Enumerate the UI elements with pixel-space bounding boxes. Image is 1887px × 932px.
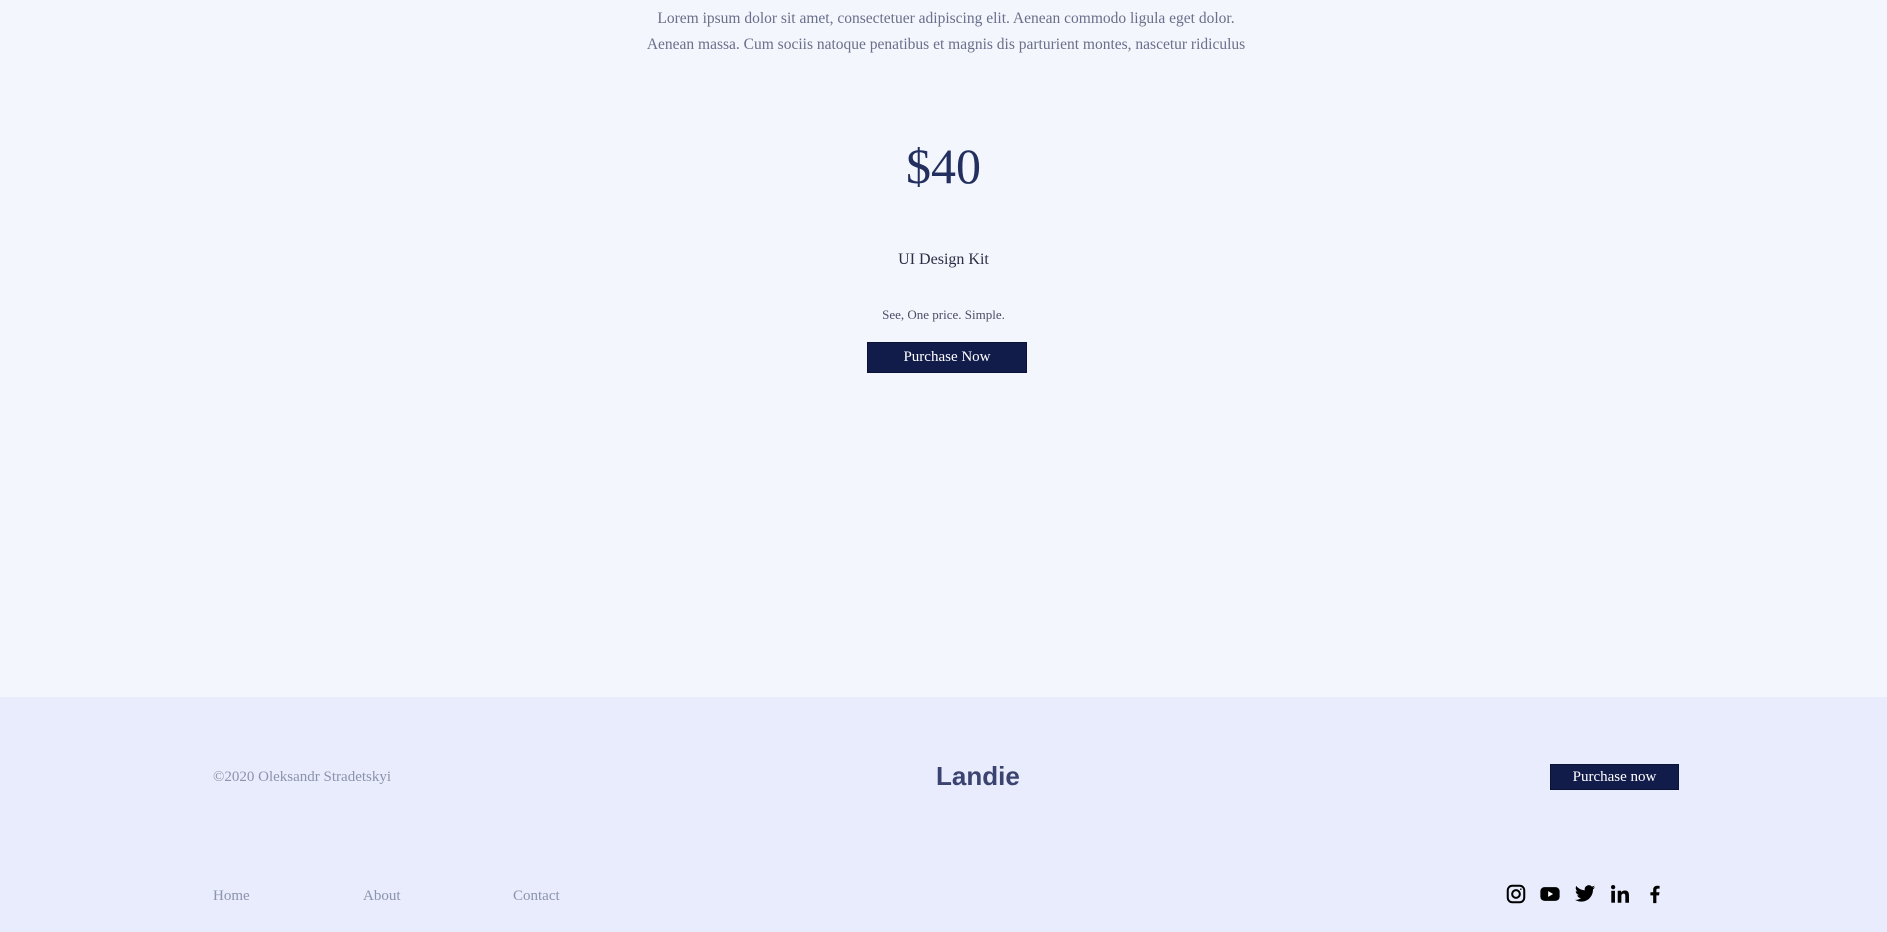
- price: $40: [906, 138, 981, 194]
- pricing-description: Lorem ipsum dolor sit amet, consectetuer…: [646, 10, 1246, 53]
- footer-nav-about[interactable]: About: [363, 886, 401, 906]
- pricing-section: Lorem ipsum dolor sit amet, consectetuer…: [0, 0, 1887, 697]
- pricing-tagline: See, One price. Simple.: [882, 307, 1005, 322]
- twitter-icon[interactable]: [1574, 883, 1596, 905]
- youtube-icon[interactable]: [1539, 883, 1561, 905]
- copyright-text: ©2020 Oleksandr Stradetskyi: [213, 769, 392, 785]
- facebook-icon[interactable]: [1644, 883, 1666, 905]
- instagram-icon[interactable]: [1505, 883, 1527, 905]
- product-name: UI Design Kit: [898, 251, 989, 268]
- footer-purchase-button[interactable]: Purchase now: [1550, 764, 1679, 790]
- purchase-now-button[interactable]: Purchase Now: [867, 342, 1027, 373]
- footer-nav-contact[interactable]: Contact: [513, 886, 560, 906]
- brand-logo[interactable]: Landie: [936, 761, 1020, 791]
- linkedin-icon[interactable]: [1609, 883, 1631, 905]
- footer-nav-home[interactable]: Home: [213, 886, 250, 906]
- footer: ©2020 Oleksandr Stradetskyi Landie Purch…: [0, 697, 1887, 932]
- page: Lorem ipsum dolor sit amet, consectetuer…: [0, 0, 1887, 932]
